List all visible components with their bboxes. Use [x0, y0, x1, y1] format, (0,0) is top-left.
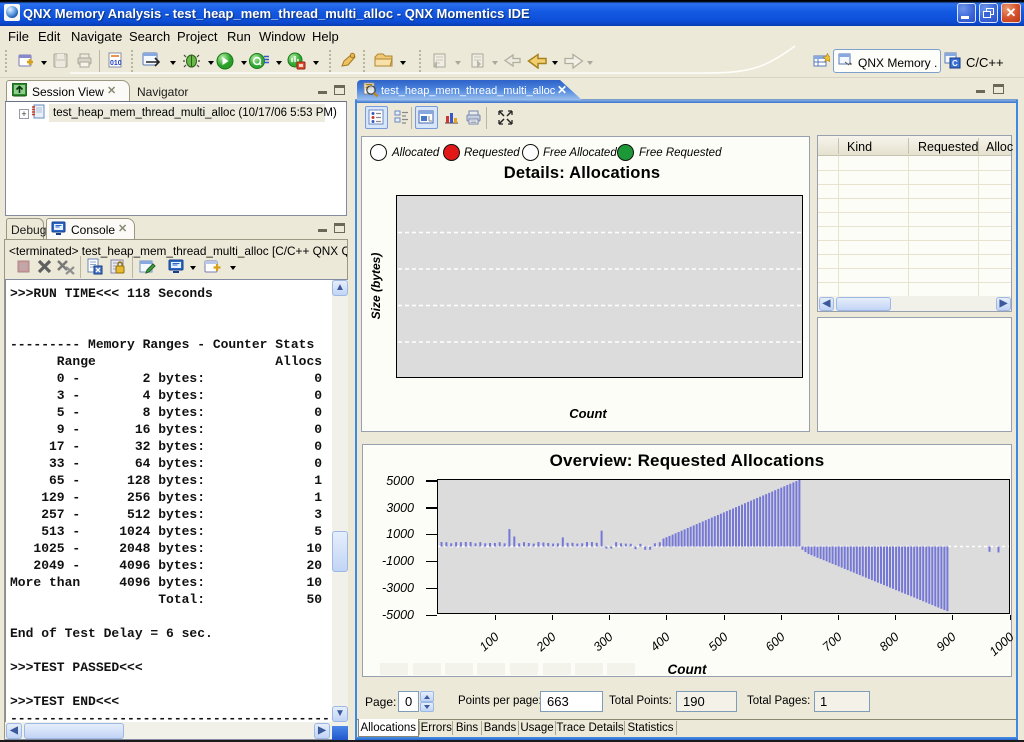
- svg-text:010: 010: [110, 60, 122, 67]
- svg-text:C: C: [952, 59, 958, 68]
